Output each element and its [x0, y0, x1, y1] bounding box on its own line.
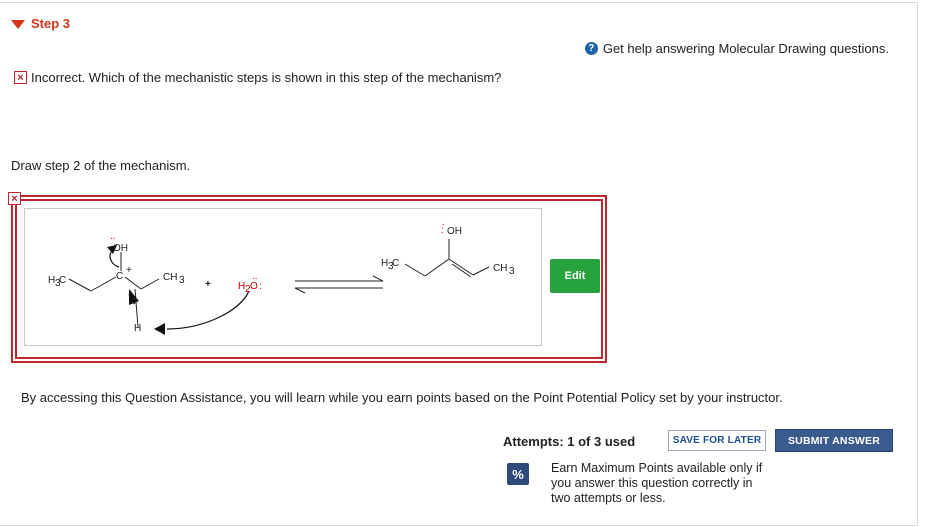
water-attack-arrow	[166, 290, 250, 330]
product-oh-label: OH	[447, 226, 462, 237]
arrowhead-icon	[129, 289, 139, 305]
edit-button[interactable]: Edit	[550, 259, 600, 293]
percent-icon: %	[507, 463, 529, 485]
attempts-counter: Attempts: 1 of 3 used	[503, 434, 636, 449]
question-instruction: Draw step 2 of the mechanism.	[11, 158, 191, 173]
svg-text:..: ..	[110, 231, 116, 242]
reactant-labels: .. OH C + CH 3 H 3 C H	[48, 231, 185, 334]
help-icon: ?	[584, 42, 598, 55]
reactant-oh-label: OH	[113, 243, 128, 254]
help-label: Get help answering Molecular Drawing que…	[602, 41, 889, 56]
answer-frame-inner: .. OH C + CH 3 H 3 C H + H 2 O ..: .: …	[15, 199, 603, 359]
point-policy-text: Earn Maximum Points available only if yo…	[551, 461, 763, 505]
help-link[interactable]: ? Get help answering Molecular Drawing q…	[584, 41, 889, 56]
product-h3c-c: C	[392, 258, 399, 269]
answer-frame: .. OH C + CH 3 H 3 C H + H 2 O ..: .: …	[11, 195, 607, 363]
bond-to-carbon-arrow	[109, 251, 120, 268]
product-labels: . : OH H 3 C CH 3	[381, 217, 515, 277]
water-o: O	[250, 281, 258, 292]
product-ch-label: CH	[493, 263, 507, 274]
product-skeleton	[404, 239, 490, 278]
plus-sign: +	[205, 279, 211, 290]
feedback-message: × Incorrect. Which of the mechanistic st…	[14, 70, 501, 85]
reactant-h-label: H	[134, 323, 141, 334]
svg-text:+: +	[126, 265, 132, 276]
svg-text:..: ..	[252, 271, 258, 282]
step-header[interactable]: Step 3	[11, 16, 70, 31]
step-panel: Step 3 ? Get help answering Molecular Dr…	[0, 2, 918, 526]
reactant-h3c-c: C	[59, 275, 66, 286]
reactant-ch-label: CH	[163, 272, 177, 283]
product-ch-sub: 3	[509, 266, 515, 277]
save-for-later-button[interactable]: SAVE FOR LATER	[668, 430, 766, 451]
svg-text::: :	[441, 225, 444, 236]
water-molecule: H 2 O .. :	[238, 271, 262, 295]
arrowhead-icon	[154, 323, 165, 335]
equilibrium-arrows	[294, 275, 384, 294]
assistance-notice: By accessing this Question Assistance, y…	[21, 390, 783, 405]
incorrect-icon: ×	[14, 71, 27, 84]
svg-text::: :	[259, 281, 262, 292]
submit-answer-button[interactable]: SUBMIT ANSWER	[775, 429, 893, 452]
reactant-ch-sub: 3	[179, 275, 185, 286]
feedback-text: Incorrect. Which of the mechanistic step…	[31, 70, 502, 85]
molecule-drawing[interactable]: .. OH C + CH 3 H 3 C H + H 2 O ..: .: …	[24, 208, 542, 346]
carbocation-label: C	[116, 271, 123, 282]
answer-incorrect-icon: ×	[8, 192, 21, 205]
reactant-skeleton	[68, 252, 160, 328]
caret-down-icon	[11, 20, 25, 29]
mechanism-diagram: .. OH C + CH 3 H 3 C H + H 2 O ..: .: …	[48, 217, 515, 335]
step-title: Step 3	[31, 16, 71, 31]
